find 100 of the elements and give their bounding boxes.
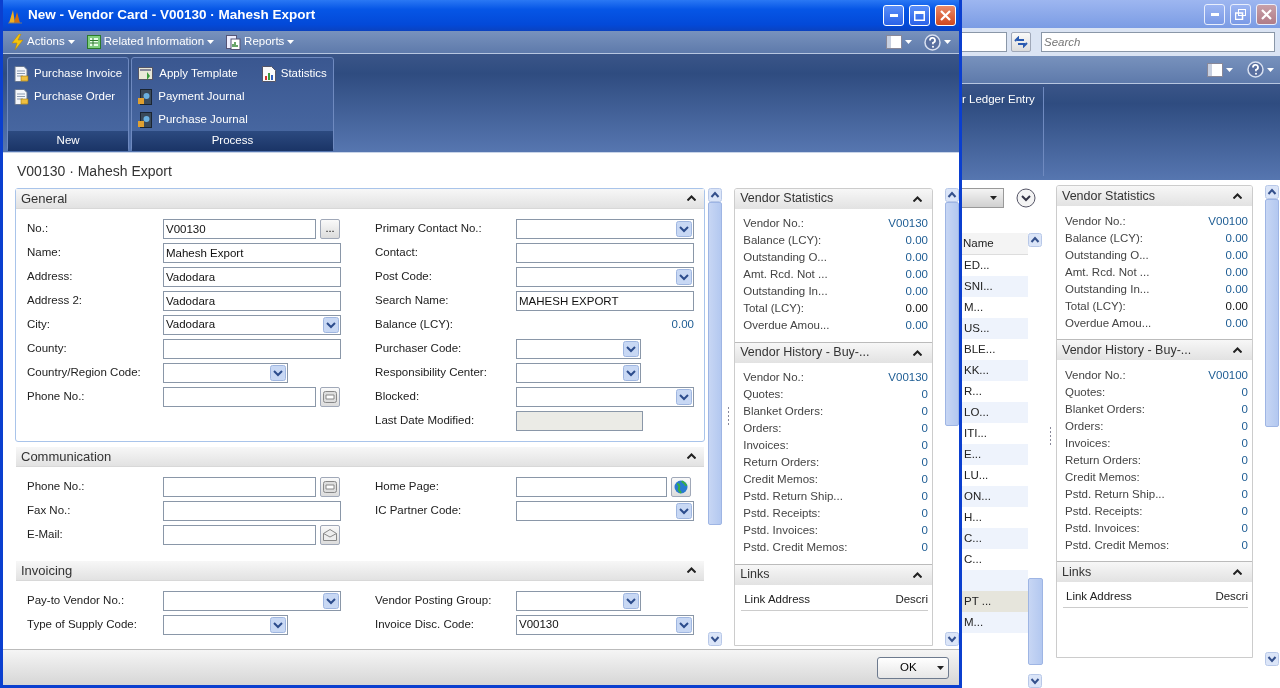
collapse-icon[interactable] <box>687 567 697 574</box>
menu-item[interactable]: Related Information <box>84 35 217 49</box>
menu-item[interactable]: Actions <box>9 34 77 50</box>
stat-value[interactable]: 0.00 <box>1225 231 1248 246</box>
stat-value[interactable]: 0 <box>921 456 928 471</box>
text-field[interactable] <box>163 386 316 407</box>
list-row[interactable]: C... <box>962 549 1028 570</box>
maximize-button[interactable] <box>909 5 930 26</box>
list-row[interactable]: BLE... <box>962 339 1028 360</box>
list-row[interactable]: R... <box>962 381 1028 402</box>
stat-value[interactable]: V00130 <box>888 217 928 232</box>
stat-value[interactable]: 0 <box>1241 402 1248 417</box>
list-row[interactable]: ON... <box>962 486 1028 507</box>
stat-value[interactable]: 0 <box>921 490 928 505</box>
list-row[interactable]: LO... <box>962 402 1028 423</box>
dropdown-field[interactable] <box>516 386 694 407</box>
stat-value[interactable]: 0 <box>1241 538 1248 553</box>
ribbon-action[interactable]: Payment Journal <box>138 85 248 108</box>
scroll-thumb[interactable] <box>708 201 723 525</box>
dropdown-field[interactable] <box>516 590 641 611</box>
scrollbar[interactable] <box>945 187 959 646</box>
ribbon-action[interactable]: Apply Template <box>138 62 248 85</box>
stat-value[interactable]: 0.00 <box>1225 265 1248 280</box>
ribbon-action[interactable]: Statistics <box>261 62 327 85</box>
list-row[interactable]: ED... <box>962 255 1028 276</box>
scrollbar[interactable] <box>1028 233 1043 688</box>
dropdown-field[interactable] <box>516 500 694 521</box>
stat-value[interactable]: 0 <box>921 507 928 522</box>
factbox-header[interactable]: Vendor History - Buy-... <box>1057 340 1252 360</box>
text-field[interactable] <box>163 476 316 497</box>
stat-value[interactable]: 0.00 <box>1225 316 1248 331</box>
ribbon-action[interactable]: Purchase Invoice <box>14 62 123 85</box>
ribbon-action[interactable]: Purchase Order <box>14 85 123 108</box>
list-row[interactable]: KK... <box>962 360 1028 381</box>
collapse-icon[interactable] <box>1233 347 1242 353</box>
list-row[interactable]: H... <box>962 507 1028 528</box>
collapse-icon[interactable] <box>687 453 697 460</box>
text-field[interactable] <box>163 524 316 545</box>
dropdown-field[interactable] <box>516 218 694 239</box>
dropdown-field[interactable] <box>163 614 288 635</box>
scroll-thumb[interactable] <box>1028 578 1043 666</box>
list-row[interactable]: M... <box>962 297 1028 318</box>
text-field[interactable]: Mahesh Export <box>163 242 341 263</box>
collapse-icon[interactable] <box>1233 193 1242 199</box>
text-field[interactable] <box>516 242 694 263</box>
dropdown-field[interactable] <box>163 362 288 383</box>
dropdown-field[interactable] <box>516 338 641 359</box>
text-field[interactable] <box>163 500 341 521</box>
stat-value[interactable]: 0 <box>921 473 928 488</box>
text-field[interactable]: V00130 <box>163 218 316 239</box>
text-field[interactable]: Vadodara <box>163 266 341 287</box>
list-row[interactable]: ITI... <box>962 423 1028 444</box>
list-row[interactable]: M... <box>962 612 1028 633</box>
stat-value[interactable]: 0.00 <box>905 251 928 266</box>
stat-value[interactable]: 0 <box>1241 521 1248 536</box>
stat-value[interactable]: 0.00 <box>905 268 928 283</box>
close-button[interactable] <box>1256 3 1277 25</box>
stat-value[interactable]: 0.00 <box>905 319 928 334</box>
fasttab-header[interactable]: Communication <box>16 446 705 467</box>
scroll-thumb[interactable] <box>1265 199 1279 427</box>
stat-value[interactable]: 0 <box>1241 487 1248 502</box>
stat-value[interactable]: 0.00 <box>1225 282 1248 297</box>
stat-value[interactable]: 0 <box>921 541 928 556</box>
dropdown-field[interactable] <box>516 362 641 383</box>
stat-value[interactable]: 0 <box>921 439 928 454</box>
dropdown-button[interactable] <box>962 188 1004 208</box>
stat-value[interactable]: 0.00 <box>1225 248 1248 263</box>
dropdown-field[interactable] <box>163 590 341 611</box>
list-row[interactable]: SNI... <box>962 276 1028 297</box>
stat-value[interactable]: V00100 <box>1208 368 1248 383</box>
collapse-icon[interactable] <box>913 349 922 356</box>
text-field[interactable]: Vadodara <box>163 290 341 311</box>
text-field[interactable]: MAHESH EXPORT <box>516 290 694 311</box>
list-row[interactable]: C... <box>962 528 1028 549</box>
email-button[interactable] <box>320 524 340 545</box>
layout-button[interactable] <box>1205 62 1235 77</box>
refresh-button[interactable] <box>1011 32 1031 52</box>
stat-value[interactable]: 0.00 <box>905 285 928 300</box>
factbox-header[interactable]: Links <box>1057 562 1252 582</box>
stat-value[interactable]: 0 <box>921 524 928 539</box>
stat-value[interactable]: 0 <box>1241 385 1248 400</box>
stat-value[interactable]: 0 <box>921 405 928 420</box>
collapse-icon[interactable] <box>913 195 922 202</box>
phone-button[interactable] <box>320 476 340 497</box>
factbox-header[interactable]: Vendor Statistics <box>735 188 932 209</box>
layout-button[interactable] <box>884 35 914 49</box>
list-row[interactable]: LU... <box>962 465 1028 486</box>
search-field[interactable]: Search <box>1041 32 1275 52</box>
collapse-icon[interactable] <box>687 195 697 202</box>
stat-value[interactable]: 0 <box>1241 470 1248 485</box>
stat-value[interactable]: V00130 <box>888 371 928 386</box>
dropdown-field[interactable] <box>516 266 694 287</box>
phone-button[interactable] <box>320 386 340 407</box>
assist-button[interactable]: ... <box>320 218 340 239</box>
stat-value[interactable]: 0.00 <box>905 234 928 249</box>
list-row[interactable]: PT ... <box>962 591 1028 612</box>
address-field[interactable] <box>962 32 1007 52</box>
splitter-grip-icon[interactable] <box>1048 426 1052 447</box>
text-field[interactable] <box>516 476 667 497</box>
fasttab-header[interactable]: Invoicing <box>16 560 705 581</box>
